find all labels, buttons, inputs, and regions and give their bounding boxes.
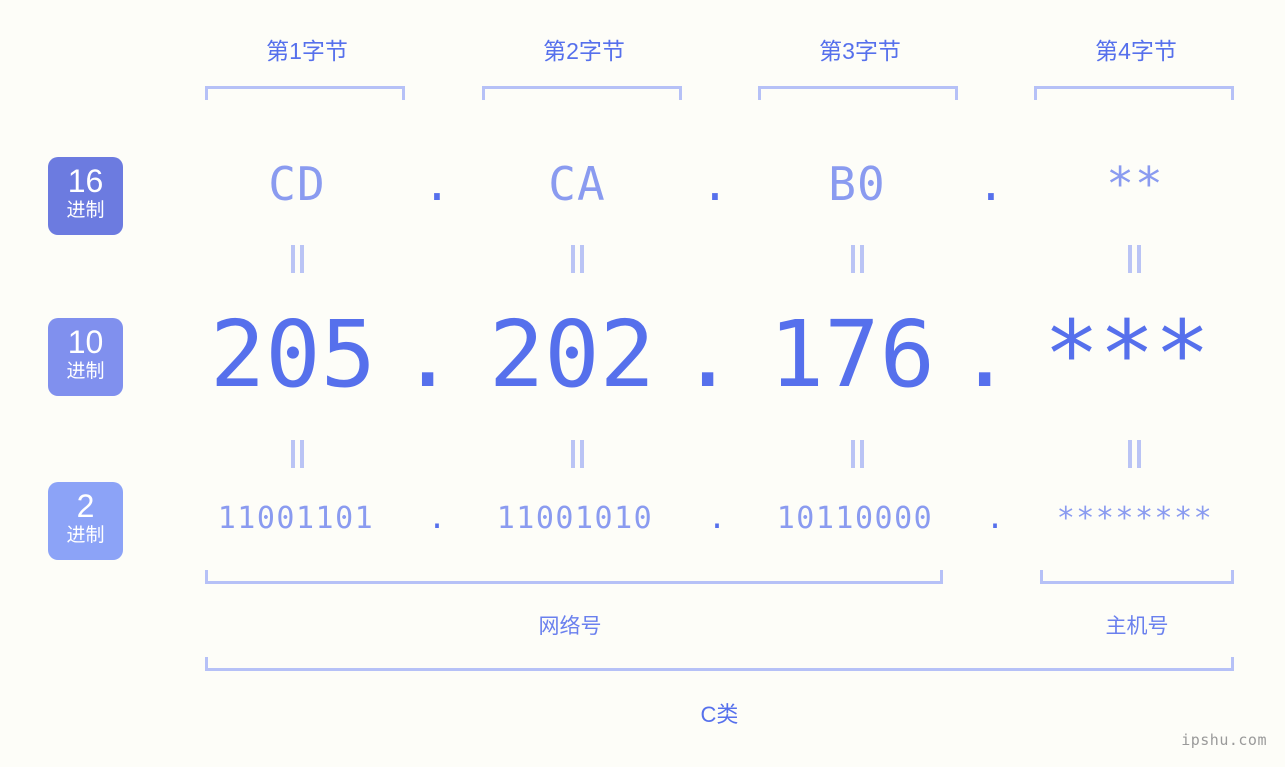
hex-segment-1: CD — [268, 157, 326, 211]
dec-separator-2: . — [680, 301, 736, 408]
equals-mark-1-1 — [287, 245, 307, 273]
site-watermark: ipshu.com — [1181, 731, 1267, 749]
hex-separator-3: . — [977, 157, 1005, 211]
equals-mark-2-4 — [1124, 440, 1144, 468]
equals-mark-1-2 — [567, 245, 587, 273]
radix-badge-bin-number: 2 — [76, 488, 95, 524]
radix-badge-hex-number: 16 — [67, 163, 104, 199]
radix-badge-hex: 16 进制 — [48, 157, 123, 235]
dec-separator-3: . — [957, 301, 1013, 408]
byte-label-2: 第2字节 — [543, 38, 625, 64]
byte-bracket-1 — [205, 86, 405, 100]
bin-segment-1: 11001101 — [217, 501, 375, 536]
bin-segment-3: 10110000 — [776, 501, 934, 536]
equals-mark-1-3 — [847, 245, 867, 273]
equals-mark-2-2 — [567, 440, 587, 468]
radix-badge-bin-unit: 进制 — [66, 525, 105, 546]
byte-bracket-4 — [1034, 86, 1234, 100]
bin-segment-4: ******** — [1056, 501, 1214, 536]
bin-segment-2: 11001010 — [496, 501, 654, 536]
byte-label-1: 第1字节 — [266, 38, 348, 64]
byte-label-4: 第4字节 — [1095, 38, 1177, 64]
radix-badge-dec-unit: 进制 — [66, 361, 105, 382]
host-label: 主机号 — [1105, 615, 1169, 638]
network-bracket — [205, 570, 943, 584]
bin-separator-1: . — [427, 501, 447, 536]
network-label: 网络号 — [538, 615, 602, 638]
hex-segment-3: B0 — [828, 157, 886, 211]
dec-segment-3: 176 — [768, 301, 936, 408]
equals-mark-1-4 — [1124, 245, 1144, 273]
dec-segment-2: 202 — [488, 301, 656, 408]
class-label: C类 — [700, 702, 739, 727]
bin-separator-3: . — [985, 501, 1005, 536]
hex-segment-2: CA — [548, 157, 606, 211]
radix-badge-bin: 2 进制 — [48, 482, 123, 560]
radix-badge-hex-unit: 进制 — [66, 200, 105, 221]
ip-address-breakdown-diagram: 第1字节 第2字节 第3字节 第4字节 16 进制 10 进制 2 进制 CD … — [0, 0, 1285, 767]
hex-separator-1: . — [423, 157, 451, 211]
byte-bracket-3 — [758, 86, 958, 100]
class-bracket — [205, 657, 1234, 671]
bin-separator-2: . — [707, 501, 727, 536]
equals-mark-2-1 — [287, 440, 307, 468]
dec-segment-1: 205 — [209, 301, 377, 408]
dec-segment-4: *** — [1043, 301, 1211, 408]
byte-label-3: 第3字节 — [819, 38, 901, 64]
hex-segment-4: ** — [1106, 157, 1164, 211]
hex-separator-2: . — [701, 157, 729, 211]
radix-badge-dec: 10 进制 — [48, 318, 123, 396]
host-bracket — [1040, 570, 1234, 584]
byte-bracket-2 — [482, 86, 682, 100]
radix-badge-dec-number: 10 — [67, 324, 104, 360]
dec-separator-1: . — [400, 301, 456, 408]
equals-mark-2-3 — [847, 440, 867, 468]
